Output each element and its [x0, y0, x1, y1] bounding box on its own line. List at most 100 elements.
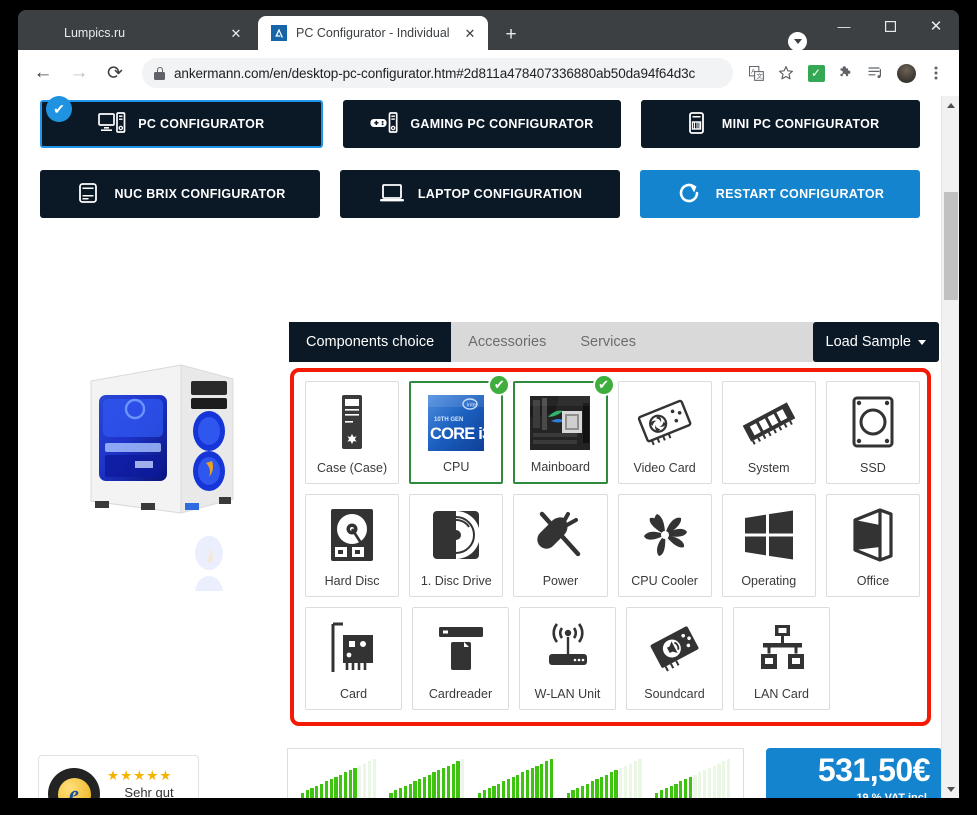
component-cell-operating[interactable]: Operating	[721, 494, 816, 597]
perf-bar	[698, 772, 702, 798]
component-cell-hard-disc[interactable]: Hard Disc	[305, 494, 400, 597]
total-price-box: 531,50€ 19 % VAT incl. excl. Shipping co…	[766, 748, 942, 798]
perf-bar	[521, 772, 525, 798]
component-cell-power[interactable]: Power	[513, 494, 608, 597]
component-cell-video-card[interactable]: Video Card	[617, 381, 712, 484]
scroll-down-arrow-icon[interactable]	[942, 780, 959, 798]
cfg-button-restart-configurator[interactable]: RESTART CONFIGURATOR	[640, 170, 920, 218]
desktop-pc-icon	[98, 111, 126, 137]
minimize-button[interactable]: —	[821, 10, 867, 42]
perf-item[interactable]: GAMING	[561, 759, 647, 798]
ram-module-icon	[736, 391, 802, 453]
reload-icon[interactable]: ⟳	[100, 58, 130, 88]
component-cell-mainboard[interactable]: ✔ Mainboard	[513, 374, 615, 484]
component-cell-system[interactable]: System	[721, 381, 816, 484]
browser-tab-lumpics[interactable]: Lumpics.ru ✕	[26, 16, 254, 50]
performance-chart: TOTAL OFFICE MULTIMEDIA GAMING WORKSTATI…	[287, 748, 744, 798]
component-label: Mainboard	[530, 460, 590, 474]
address-bar[interactable]: ankermann.com/en/desktop-pc-configurator…	[142, 58, 733, 88]
pc-tower-icon	[319, 391, 385, 453]
perf-bar	[353, 768, 357, 798]
browser-tabstrip: Lumpics.ru ✕ PC Configurator - Individua…	[18, 10, 959, 51]
perf-item[interactable]: TOTAL	[295, 759, 381, 798]
scroll-up-arrow-icon[interactable]	[942, 96, 959, 114]
tab-services[interactable]: Services	[563, 322, 653, 362]
perf-bar	[722, 761, 726, 798]
load-sample-label: Load Sample	[825, 334, 911, 350]
extensions-puzzle-icon[interactable]	[833, 60, 859, 86]
close-icon[interactable]: ✕	[228, 25, 244, 41]
component-cell-cardreader[interactable]: Cardreader	[412, 607, 509, 710]
cfg-button-gaming-pc-configurator[interactable]: GAMING PC CONFIGURATOR	[342, 100, 622, 148]
perf-bar	[571, 790, 575, 798]
tab-title: PC Configurator - Individual cust	[296, 26, 453, 40]
perf-bars	[478, 759, 553, 798]
trusted-shops-badge[interactable]: e ★★★★★ Sehr gut 4.82/5.00 Käuferschutz	[38, 755, 199, 798]
reading-list-icon[interactable]	[863, 60, 889, 86]
menu-kebab-icon[interactable]	[923, 60, 949, 86]
translate-icon[interactable]: A文	[743, 60, 769, 86]
component-cell-lan-card[interactable]: LAN Card	[733, 607, 830, 710]
perf-bar	[348, 770, 352, 798]
component-cell-cpu-cooler[interactable]: CPU Cooler	[617, 494, 712, 597]
perf-bar	[432, 772, 436, 798]
perf-bar	[427, 774, 431, 798]
browser-tab-pc-configurator[interactable]: PC Configurator - Individual cust ✕	[258, 16, 488, 50]
perf-bar	[674, 783, 678, 798]
component-cell-disc-drive[interactable]: 1. Disc Drive	[409, 494, 504, 597]
perf-item[interactable]: MULTIMEDIA	[472, 759, 558, 798]
maximize-button[interactable]	[867, 10, 913, 42]
configurator-nav: PC CONFIGURATOR GAMING PC CONFIGURATOR M…	[40, 100, 921, 240]
bookmark-star-icon[interactable]	[773, 60, 799, 86]
page-scrollbar[interactable]	[941, 96, 959, 798]
component-cell-case[interactable]: Case (Case)	[305, 381, 400, 484]
perf-bar	[726, 759, 731, 798]
perf-bar	[367, 761, 371, 798]
extension-check-icon[interactable]: ✓	[803, 60, 829, 86]
perf-bars	[300, 759, 376, 798]
page-content: ✔ PC CONFIGURATOR GAMING PC CONFIGURATOR	[18, 96, 942, 798]
component-cell-office[interactable]: Office	[825, 494, 921, 597]
svg-text:CORE i3: CORE i3	[430, 425, 486, 443]
cfg-button-mini-pc-configurator[interactable]: MINI PC CONFIGURATOR	[641, 100, 921, 148]
component-cell-card[interactable]: Card	[305, 607, 402, 710]
perf-bar	[300, 792, 305, 798]
component-cell-wlan-unit[interactable]: W-LAN Unit	[519, 607, 616, 710]
new-tab-button[interactable]: +	[498, 21, 524, 47]
load-sample-dropdown[interactable]: Load Sample	[812, 322, 939, 362]
perf-item[interactable]: OFFICE	[384, 759, 470, 798]
perf-bar	[580, 785, 585, 798]
window-controls: — ✕	[821, 10, 959, 42]
mini-pc-icon	[682, 111, 710, 137]
component-cell-ssd[interactable]: SSD	[825, 381, 920, 484]
perf-bar	[394, 790, 398, 798]
cfg-button-laptop-configuration[interactable]: LAPTOP CONFIGURATION	[340, 170, 620, 218]
component-label: Soundcard	[644, 687, 705, 701]
url-text: ankermann.com/en/desktop-pc-configurator…	[174, 65, 696, 81]
perf-item[interactable]: WORKSTATIO...	[650, 759, 736, 798]
forward-icon[interactable]: →	[64, 58, 94, 88]
perf-bar	[585, 783, 589, 798]
component-cell-soundcard[interactable]: Soundcard	[626, 607, 723, 710]
back-icon[interactable]: ←	[28, 58, 58, 88]
close-icon[interactable]: ✕	[462, 25, 478, 41]
scrollbar-thumb[interactable]	[944, 192, 958, 300]
tab-accessories[interactable]: Accessories	[451, 322, 563, 362]
perf-bar	[535, 765, 539, 798]
profile-dropdown-icon[interactable]	[788, 32, 807, 51]
perf-bar	[669, 785, 673, 798]
cfg-button-pc-configurator[interactable]: PC CONFIGURATOR	[40, 100, 323, 148]
tab-components-choice[interactable]: Components choice	[289, 322, 452, 362]
perf-bar	[566, 792, 570, 798]
component-cell-cpu[interactable]: ✔ intel 10TH GEN CORE i3 CPU	[409, 374, 511, 484]
intel-core-i3-box-photo: intel 10TH GEN CORE i3	[423, 392, 489, 454]
close-window-button[interactable]: ✕	[913, 10, 959, 42]
profile-avatar-icon[interactable]	[893, 60, 919, 86]
component-label: LAN Card	[754, 687, 809, 701]
perf-bar	[358, 765, 362, 798]
components-row-1: Case (Case) ✔ intel 10TH GEN CORE i3 CPU…	[305, 374, 920, 484]
cfg-button-nuc-brix-configurator[interactable]: NUC BRIX CONFIGURATOR	[40, 170, 320, 218]
perf-bar	[403, 785, 407, 798]
perf-bar	[478, 792, 482, 798]
perf-bar	[638, 759, 642, 798]
